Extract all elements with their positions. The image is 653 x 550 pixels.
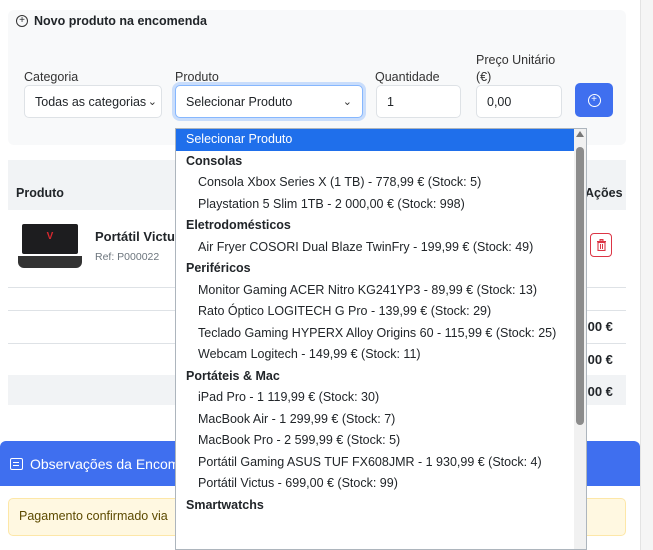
dropdown-option[interactable]: Portátil Victus - 699,00 € (Stock: 99): [176, 473, 586, 495]
unit-price-input[interactable]: 0,00: [476, 85, 562, 118]
dropdown-option[interactable]: Air Fryer COSORI Dual Blaze TwinFry - 19…: [176, 237, 586, 259]
add-product-title-text: Novo produto na encomenda: [34, 14, 207, 28]
category-select-value: Todas as categorias: [35, 94, 147, 109]
add-item-button[interactable]: +: [575, 83, 613, 117]
dropdown-scrollbar[interactable]: [574, 129, 586, 549]
quantity-value: 1: [387, 94, 394, 109]
subtotal-amount: ,00 €: [584, 319, 613, 334]
observations-text: Pagamento confirmado via: [19, 509, 168, 523]
dropdown-group-consolas: Consolas: [186, 153, 243, 168]
laptop-base-image: [18, 256, 82, 268]
dropdown-option[interactable]: Monitor Gaming ACER Nitro KG241YP3 - 89,…: [176, 280, 586, 302]
column-header-product: Produto: [16, 186, 64, 200]
dropdown-option[interactable]: Webcam Logitech - 149,99 € (Stock: 11): [176, 344, 586, 366]
quantity-input[interactable]: 1: [376, 85, 461, 118]
dropdown-group-perifericos: Periféricos: [186, 261, 251, 275]
dropdown-option-placeholder[interactable]: Selecionar Produto: [176, 129, 586, 151]
dropdown-option[interactable]: Consola Xbox Series X (1 TB) - 778,99 € …: [176, 172, 586, 194]
observations-title: Observações da Encom: [30, 455, 180, 472]
chat-icon: [10, 457, 23, 470]
dropdown-scroll-thumb[interactable]: [576, 147, 584, 425]
product-dropdown-list[interactable]: Selecionar Produto Consolas Consola Xbox…: [175, 128, 587, 550]
column-header-actions: Ações: [585, 186, 623, 200]
dropdown-option[interactable]: Rato Óptico LOGITECH G Pro - 139,99 € (S…: [176, 301, 586, 323]
dropdown-group-smartwatchs: Smartwatchs: [186, 497, 264, 512]
dropdown-group-eletrodomesticos: Eletrodomésticos: [186, 218, 291, 232]
chevron-down-icon: ⌄: [342, 96, 352, 108]
unit-price-value: 0,00: [487, 94, 512, 109]
brand-logo-icon: V: [46, 231, 54, 242]
quantity-label: Quantidade: [375, 70, 440, 84]
add-product-title: + Novo produto na encomenda: [16, 14, 207, 28]
dropdown-group-portateis: Portáteis & Mac: [186, 368, 280, 383]
product-name: Portátil Victu: [95, 229, 175, 244]
product-label: Produto: [175, 70, 219, 84]
chevron-down-icon: ⌄: [147, 96, 157, 108]
scroll-up-icon[interactable]: [576, 131, 584, 137]
product-ref: Ref: P000022: [95, 251, 160, 263]
dropdown-option[interactable]: Portátil Gaming ASUS TUF FX608JMR - 1 93…: [176, 452, 586, 474]
unit-price-unit: (€): [476, 70, 492, 84]
add-product-card: [8, 10, 626, 145]
total-amount: ,00 €: [584, 384, 613, 399]
dropdown-option[interactable]: Teclado Gaming HYPERX Alloy Origins 60 -…: [176, 323, 586, 345]
dropdown-option[interactable]: iPad Pro - 1 119,99 € (Stock: 30): [176, 387, 586, 409]
delete-item-button[interactable]: [590, 233, 612, 257]
dropdown-option[interactable]: MacBook Air - 1 299,99 € (Stock: 7): [176, 409, 586, 431]
trash-icon: [596, 239, 606, 251]
tax-amount: ,00 €: [584, 352, 613, 367]
category-label: Categoria: [24, 70, 79, 84]
product-select[interactable]: Selecionar Produto ⌄: [175, 85, 363, 118]
plus-circle-icon: +: [587, 93, 601, 107]
dropdown-option[interactable]: MacBook Pro - 2 599,99 € (Stock: 5): [176, 430, 586, 452]
unit-price-label: Preço Unitário: [476, 53, 556, 67]
product-select-value: Selecionar Produto: [186, 94, 293, 109]
page-scrollbar[interactable]: [640, 0, 653, 550]
category-select[interactable]: Todas as categorias ⌄: [24, 85, 162, 118]
plus-circle-icon: +: [16, 15, 28, 27]
dropdown-option[interactable]: Playstation 5 Slim 1TB - 2 000,00 € (Sto…: [176, 194, 586, 216]
